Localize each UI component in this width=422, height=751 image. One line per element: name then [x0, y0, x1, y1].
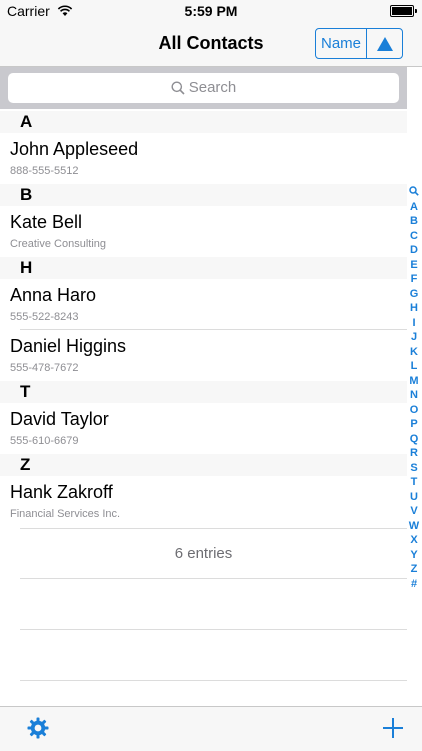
- search-icon: [171, 81, 185, 95]
- contact-detail: 555-610-6679: [10, 435, 79, 447]
- section-header-t: T: [0, 381, 407, 403]
- gear-icon: [27, 717, 49, 739]
- index-letter[interactable]: R: [406, 446, 422, 461]
- index-search-icon[interactable]: [406, 185, 422, 200]
- index-letter[interactable]: E: [406, 258, 422, 273]
- index-letter[interactable]: W: [406, 519, 422, 534]
- contact-detail: Creative Consulting: [10, 238, 106, 250]
- index-letter[interactable]: Z: [406, 562, 422, 577]
- contact-row[interactable]: Hank Zakroff Financial Services Inc.: [0, 476, 407, 527]
- section-header-z: Z: [0, 454, 407, 476]
- add-contact-button[interactable]: [382, 717, 404, 744]
- index-letter[interactable]: L: [406, 359, 422, 374]
- index-letter[interactable]: D: [406, 243, 422, 258]
- sort-control[interactable]: Name: [315, 28, 403, 59]
- contact-row[interactable]: Anna Haro 555-522-8243: [0, 279, 407, 330]
- contact-name: David Taylor: [10, 409, 109, 429]
- search-placeholder: Search: [188, 79, 237, 96]
- index-letter[interactable]: O: [406, 403, 422, 418]
- section-header-h: H: [0, 257, 407, 279]
- triangle-up-icon: [376, 36, 393, 51]
- index-letter[interactable]: S: [406, 461, 422, 476]
- index-letter[interactable]: #: [406, 577, 422, 592]
- section-index[interactable]: A B C D E F G H I J K L M N O P Q R S T U V W X Y Z #: [406, 185, 422, 591]
- index-letter[interactable]: H: [406, 301, 422, 316]
- index-letter[interactable]: K: [406, 345, 422, 360]
- contact-detail: 555-522-8243: [10, 311, 79, 323]
- bottom-toolbar: [0, 706, 422, 751]
- row-separator: [20, 680, 407, 681]
- contact-row[interactable]: David Taylor 555-610-6679: [0, 403, 407, 454]
- contact-detail: 555-478-7672: [10, 362, 79, 374]
- index-letter[interactable]: T: [406, 475, 422, 490]
- contact-name: Anna Haro: [10, 285, 97, 305]
- index-letter[interactable]: J: [406, 330, 422, 345]
- index-letter[interactable]: B: [406, 214, 422, 229]
- search-input[interactable]: Search: [8, 73, 399, 103]
- index-letter[interactable]: P: [406, 417, 422, 432]
- index-letter[interactable]: Y: [406, 548, 422, 563]
- index-letter[interactable]: U: [406, 490, 422, 505]
- status-bar: Carrier 5:59 PM: [0, 0, 422, 22]
- contact-name: Hank Zakroff: [10, 482, 113, 502]
- index-letter[interactable]: V: [406, 504, 422, 519]
- row-separator: [20, 629, 407, 630]
- section-header-b: B: [0, 184, 407, 206]
- battery-icon: [390, 5, 417, 17]
- contact-detail: 888-555-5512: [10, 165, 79, 177]
- contact-detail: Financial Services Inc.: [10, 508, 121, 520]
- list-footer: 6 entries: [0, 528, 407, 579]
- index-letter[interactable]: F: [406, 272, 422, 287]
- navigation-bar: All Contacts Name: [0, 22, 422, 67]
- contact-row[interactable]: Daniel Higgins 555-478-7672: [0, 330, 407, 381]
- clock-time: 5:59 PM: [184, 3, 238, 19]
- index-letter[interactable]: X: [406, 533, 422, 548]
- settings-button[interactable]: [27, 717, 49, 744]
- index-letter[interactable]: Q: [406, 432, 422, 447]
- sort-direction-button[interactable]: [367, 29, 402, 58]
- index-letter[interactable]: I: [406, 316, 422, 331]
- plus-icon: [383, 718, 403, 738]
- contact-row[interactable]: Kate Bell Creative Consulting: [0, 206, 407, 257]
- row-separator: [20, 528, 407, 529]
- search-bar: Search: [0, 67, 407, 109]
- contact-row[interactable]: John Appleseed 888-555-5512: [0, 133, 407, 184]
- row-separator: [20, 578, 407, 579]
- entries-count: 6 entries: [174, 545, 233, 562]
- section-header-a: A: [0, 111, 407, 133]
- contact-name: John Appleseed: [10, 139, 139, 159]
- index-letter[interactable]: A: [406, 200, 422, 215]
- index-letter[interactable]: M: [406, 374, 422, 389]
- index-letter[interactable]: G: [406, 287, 422, 302]
- contacts-list: A John Appleseed 888-555-5512 B Kate Bel…: [0, 111, 407, 527]
- sort-by-name-button[interactable]: Name: [316, 29, 367, 58]
- index-letter[interactable]: N: [406, 388, 422, 403]
- index-letter[interactable]: C: [406, 229, 422, 244]
- contact-name: Kate Bell: [10, 212, 83, 232]
- contact-name: Daniel Higgins: [10, 336, 127, 356]
